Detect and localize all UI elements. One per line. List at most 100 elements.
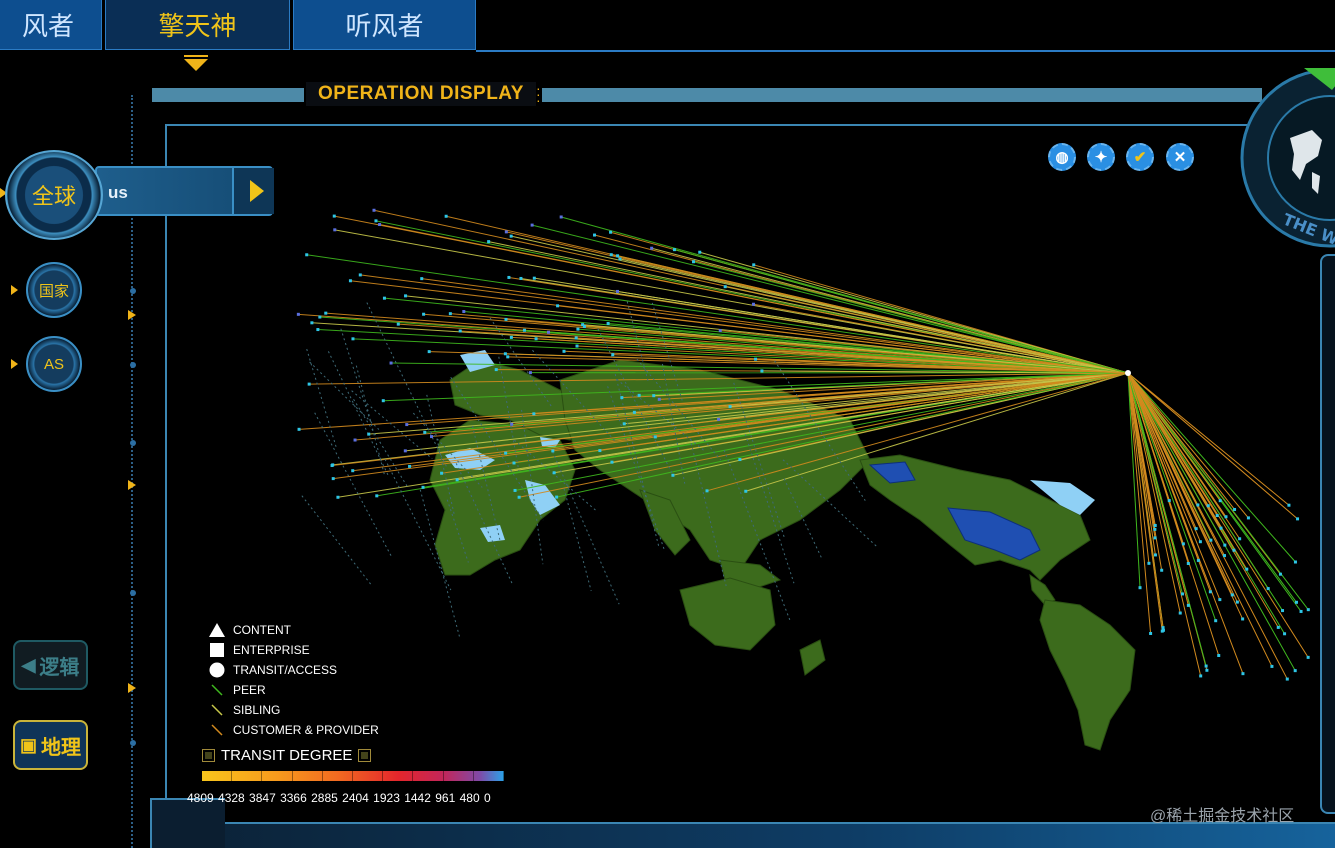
rail-dot [130,590,136,596]
network-node [530,223,534,227]
network-node [1153,553,1157,557]
tab-underline [476,50,1335,52]
network-node [547,330,551,334]
world-badge[interactable]: THE W [1240,68,1335,248]
country-button[interactable]: 国家 [26,262,82,318]
network-node [372,208,376,212]
network-node [552,471,556,475]
rail-dot [130,362,136,368]
network-node [723,285,727,289]
network-node [421,485,425,489]
scale-ticks [202,771,505,781]
network-node [1223,554,1227,558]
country-arrow-icon [11,285,18,295]
network-node [351,337,355,341]
sibling-line-icon [200,703,233,717]
network-node [310,321,314,325]
network-node [1296,517,1300,521]
global-button[interactable]: 全球 [5,150,103,240]
connection-line [334,215,1129,374]
network-node [307,382,311,386]
network-node [1196,503,1200,507]
network-node [752,263,756,267]
network-node [1287,503,1291,507]
network-node [598,449,602,453]
logic-mode-button[interactable]: ◀ 逻辑 [13,640,88,690]
play-icon[interactable] [232,168,274,214]
tab-tingfengzhe[interactable]: 听风者 [293,0,476,50]
network-node [534,337,538,341]
legend-customer: CUSTOMER & PROVIDER [200,720,379,740]
network-node [1219,526,1223,530]
network-node [408,464,412,468]
geo-label: 地理 [41,736,81,759]
network-node [1266,587,1270,591]
network-node [555,495,559,499]
right-panel[interactable] [1320,254,1335,814]
peer-line-icon [200,683,233,697]
network-node [462,310,466,314]
china-map-icon[interactable]: ✦ [1087,143,1115,171]
network-node [1186,603,1190,607]
network-node [405,423,409,427]
transit-degree-label: TRANSIT DEGREE [221,747,353,764]
network-node [396,322,400,326]
network-node [455,478,459,482]
box-icon [358,749,372,762]
legend-sibling: SIBLING [200,700,379,720]
dashed-link [355,365,385,476]
network-node [1306,608,1310,612]
legend-transit: TRANSIT/ACCESS [200,660,379,680]
network-node [556,304,560,308]
network-node [718,329,722,333]
new-zealand [799,639,826,676]
geo-mode-button[interactable]: ▣ 地理 [13,720,88,770]
network-node [333,228,337,232]
network-node [305,253,309,257]
watermark: @稀土掘金技术社区 [1150,808,1295,825]
network-node [575,344,579,348]
network-node [1186,561,1190,565]
hub-node[interactable] [1125,370,1131,376]
rail-arrow-icon [128,683,136,693]
box-icon [202,749,215,762]
dashed-link [340,328,374,429]
legend-label: SIBLING [233,703,281,717]
network-node [1299,609,1303,613]
network-node [316,328,320,332]
tab-fengzhe[interactable]: 风者 [0,0,102,50]
close-icon[interactable]: ✕ [1166,143,1194,171]
network-node [375,494,379,498]
network-node [1270,664,1274,668]
network-node [513,488,517,492]
scale-labels: 4809 4328 3847 3366 2885 2404 1923 1442 … [187,791,491,805]
as-button[interactable]: AS [26,336,82,392]
network-node [1147,561,1151,565]
dashed-link [353,399,408,487]
network-node [1217,654,1221,658]
network-node [509,234,513,238]
network-node [374,219,378,223]
dashed-link [309,361,380,430]
dashed-link [306,348,337,449]
network-node [609,253,613,257]
network-node [378,223,382,227]
network-node [1241,672,1245,676]
network-node [358,273,362,277]
network-node [738,458,742,462]
network-node [1198,540,1202,544]
as-arrow-icon [11,359,18,369]
network-node [1206,504,1210,508]
network-node [504,230,508,234]
legend-label: CUSTOMER & PROVIDER [233,723,379,737]
check-icon[interactable]: ✔ [1126,143,1154,171]
logic-icon: ◀ [21,654,36,675]
customer-line-icon [200,723,233,737]
network-node [1204,664,1208,668]
network-node [1160,568,1164,572]
network-node [622,422,626,426]
tab-qingtianshen[interactable]: 擎天神 [105,0,290,50]
rail-dot [130,740,136,746]
globe-icon[interactable]: ◍ [1048,143,1076,171]
network-node [1178,611,1182,615]
